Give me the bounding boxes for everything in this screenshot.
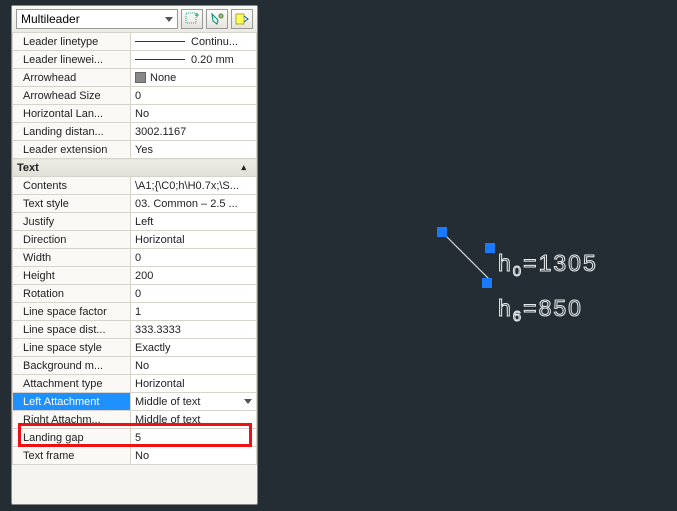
row-attachment-type[interactable]: Attachment typeHorizontal: [13, 375, 257, 393]
section-header-text[interactable]: Text▴: [13, 159, 257, 177]
chevron-down-icon: [244, 399, 252, 404]
row-leader-extension[interactable]: Leader extension Yes: [13, 141, 257, 159]
row-text-style[interactable]: Text style03. Common – 2.5 ...: [13, 195, 257, 213]
panel-toolbar: Multileader: [12, 6, 257, 32]
row-leader-lineweight[interactable]: Leader linewei... 0.20 mm: [13, 51, 257, 69]
row-arrowhead[interactable]: Arrowhead None: [13, 69, 257, 87]
row-line-space-style[interactable]: Line space styleExactly: [13, 339, 257, 357]
row-contents[interactable]: Contents\A1;{\C0;h\H0.7x;\S...: [13, 177, 257, 195]
toggle-pick-button[interactable]: [231, 9, 253, 29]
row-text-frame[interactable]: Text frameNo: [13, 447, 257, 465]
row-landing-gap[interactable]: Landing gap5: [13, 429, 257, 447]
row-arrowhead-size[interactable]: Arrowhead Size 0: [13, 87, 257, 105]
add-selection-button[interactable]: [181, 9, 203, 29]
row-line-space-distance[interactable]: Line space dist...333.3333: [13, 321, 257, 339]
row-justify[interactable]: JustifyLeft: [13, 213, 257, 231]
row-line-space-factor[interactable]: Line space factor1: [13, 303, 257, 321]
row-background-mask[interactable]: Background m...No: [13, 357, 257, 375]
row-left-attachment[interactable]: Left Attachment Middle of text: [13, 393, 257, 411]
row-horizontal-landing[interactable]: Horizontal Lan... No: [13, 105, 257, 123]
row-height[interactable]: Height200: [13, 267, 257, 285]
lineweight-preview-icon: [135, 59, 185, 60]
properties-panel: Multileader Leader linetype Continu... L…: [11, 5, 258, 505]
properties-table: Leader linetype Continu... Leader linewe…: [12, 32, 257, 465]
row-direction[interactable]: DirectionHorizontal: [13, 231, 257, 249]
grip-landing[interactable]: [482, 278, 492, 288]
quick-select-button[interactable]: [206, 9, 228, 29]
mtext-line-2[interactable]: h6=850: [498, 295, 583, 325]
row-rotation[interactable]: Rotation0: [13, 285, 257, 303]
leader-line: [260, 0, 677, 511]
row-width[interactable]: Width0: [13, 249, 257, 267]
row-leader-linetype[interactable]: Leader linetype Continu...: [13, 33, 257, 51]
chevron-down-icon: [165, 17, 173, 22]
row-landing-distance[interactable]: Landing distan... 3002.1167: [13, 123, 257, 141]
grip-arrow[interactable]: [437, 227, 447, 237]
linetype-preview-icon: [135, 41, 185, 42]
row-right-attachment[interactable]: Right Attachm...Middle of text: [13, 411, 257, 429]
object-type-value: Multileader: [21, 12, 80, 26]
object-type-select[interactable]: Multileader: [16, 9, 178, 29]
arrowhead-swatch-icon: [135, 72, 146, 83]
mtext-line-1[interactable]: h0=1305: [498, 250, 598, 280]
drawing-viewport[interactable]: h0=1305 h6=850: [260, 0, 677, 511]
collapse-icon: ▴: [241, 162, 252, 173]
grip-text[interactable]: [485, 243, 495, 253]
